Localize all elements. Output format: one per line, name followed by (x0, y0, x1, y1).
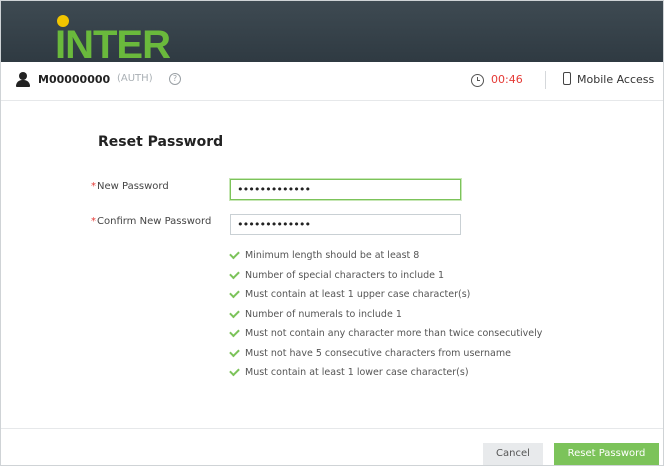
reset-password-button[interactable]: Reset Password (554, 443, 659, 465)
check-icon (229, 346, 240, 357)
user-bar: M00000000 (AUTH) ? 00:46 Mobile Access (1, 62, 663, 101)
help-icon[interactable]: ? (169, 73, 181, 85)
user-icon (16, 72, 30, 88)
check-icon (229, 307, 240, 318)
brand-logo: INTER (55, 25, 170, 61)
auth-label: (AUTH) (117, 73, 153, 84)
header-banner: INTER (1, 1, 663, 62)
cancel-button[interactable]: Cancel (483, 443, 543, 465)
clock-icon (471, 74, 484, 87)
check-icon (229, 326, 240, 338)
footer-divider (1, 428, 663, 429)
confirm-password-label: *Confirm New Password (91, 216, 212, 227)
check-icon (229, 365, 240, 377)
page-title: Reset Password (98, 134, 224, 150)
app-window: INTER M00000000 (AUTH) ? 00:46 Mobile Ac… (0, 0, 664, 466)
session-timer: 00:46 (491, 73, 523, 86)
confirm-password-field[interactable] (230, 214, 461, 235)
mobile-phone-icon[interactable] (563, 72, 571, 85)
check-icon (229, 287, 240, 299)
user-id: M00000000 (38, 73, 111, 86)
divider (545, 71, 546, 89)
new-password-field[interactable] (230, 179, 461, 200)
check-icon (229, 248, 240, 260)
new-password-label: *New Password (91, 181, 169, 192)
check-icon (229, 268, 240, 279)
mobile-access-link[interactable]: Mobile Access (577, 73, 654, 86)
